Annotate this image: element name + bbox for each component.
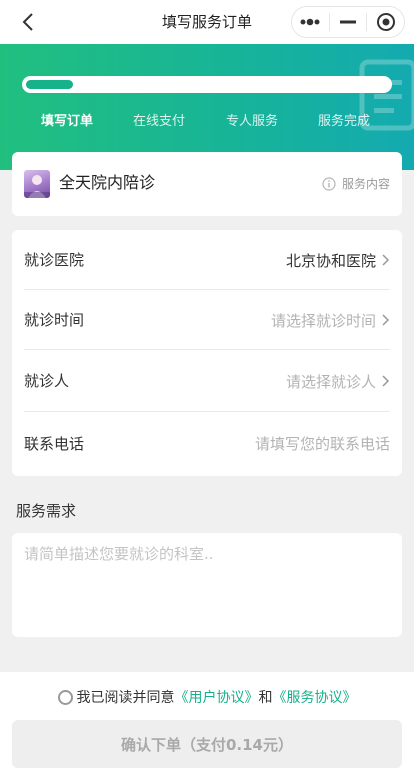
step-fill-order: 填写订单: [41, 114, 94, 129]
agree-and: 和: [258, 690, 273, 706]
service-content-label: 服务内容: [341, 177, 390, 191]
agree-prefix: 我已阅读并同意: [76, 690, 175, 706]
service-content-link[interactable]: 服务内容: [322, 175, 390, 192]
more-button[interactable]: [292, 7, 329, 37]
minimize-icon: [340, 20, 356, 24]
user-agreement-link[interactable]: 《用户协议》: [175, 687, 259, 707]
close-button[interactable]: [367, 7, 404, 37]
minimize-button[interactable]: [330, 7, 367, 37]
more-dots-icon: [300, 18, 320, 26]
service-card: 全天院内陪诊 服务内容: [12, 152, 402, 216]
order-form: 就诊医院 北京协和医院 就诊时间 请选择就诊时间 就诊人 请选择就诊人 联系电话…: [12, 230, 402, 476]
step-list: 填写订单 在线支付 专人服务 服务完成: [0, 110, 414, 132]
service-thumbnail-image: [24, 175, 50, 198]
patient-label: 就诊人: [24, 372, 70, 390]
step-service-complete: 服务完成: [318, 114, 371, 129]
visit-time-placeholder: 请选择就诊时间: [270, 311, 376, 330]
demand-textarea[interactable]: [12, 533, 402, 637]
step-online-payment: 在线支付: [133, 114, 186, 129]
phone-input[interactable]: [210, 435, 390, 453]
visit-time-value: 请选择就诊时间: [271, 290, 390, 350]
patient-row[interactable]: 就诊人 请选择就诊人: [12, 350, 402, 412]
progress-bar: [22, 76, 392, 93]
target-close-icon: [376, 13, 395, 31]
service-thumbnail: [24, 170, 50, 198]
patient-value: 请选择就诊人: [286, 350, 390, 412]
step-dedicated-service: 专人服务: [226, 114, 279, 129]
chevron-right-icon: [382, 254, 390, 266]
order-footer: 我已阅读并同意 《用户协议》 和 《服务协议》 确认下单（支付0.14元）: [0, 672, 414, 780]
agreement-row: 我已阅读并同意 《用户协议》 和 《服务协议》: [0, 686, 414, 708]
progress-bar-fill: [26, 80, 73, 89]
phone-value: [210, 412, 390, 476]
phone-label: 联系电话: [24, 435, 85, 453]
phone-row: 联系电话: [12, 412, 402, 476]
agree-radio[interactable]: [57, 689, 73, 705]
info-circle-icon: [322, 176, 336, 191]
hospital-value: 北京协和医院: [286, 230, 390, 290]
nav-bar: 填写服务订单: [0, 0, 414, 44]
demand-title: 服务需求: [16, 502, 77, 520]
hospital-value-text: 北京协和医院: [285, 251, 376, 270]
service-name: 全天院内陪诊: [59, 173, 156, 192]
service-agreement-link[interactable]: 《服务协议》: [273, 687, 357, 707]
patient-placeholder: 请选择就诊人: [285, 372, 376, 391]
mini-program-capsule: [291, 6, 405, 38]
chevron-right-icon: [382, 375, 390, 387]
hospital-label: 就诊医院: [24, 251, 85, 269]
demand-box: [12, 533, 402, 637]
hospital-row[interactable]: 就诊医院 北京协和医院: [12, 230, 402, 290]
confirm-order-button[interactable]: 确认下单（支付0.14元）: [12, 720, 402, 768]
visit-time-row[interactable]: 就诊时间 请选择就诊时间: [12, 290, 402, 350]
chevron-right-icon: [382, 314, 390, 326]
visit-time-label: 就诊时间: [24, 311, 85, 329]
